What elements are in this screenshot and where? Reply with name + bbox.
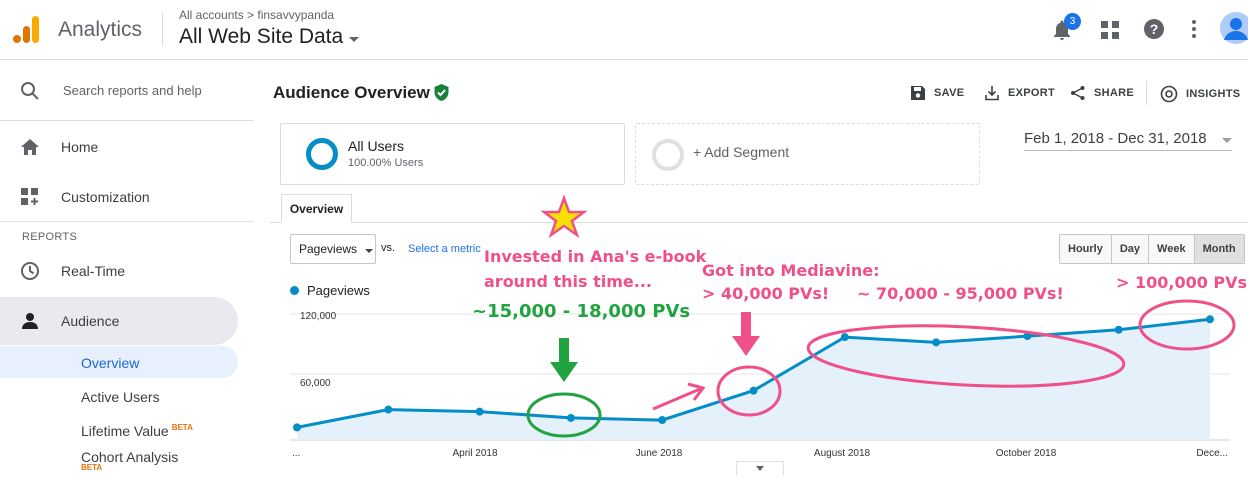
sidebar-search[interactable]: Search reports and help xyxy=(0,61,254,121)
annotation-mediavine-line2: > 40,000 PVs! xyxy=(702,284,830,303)
view-name: All Web Site Data xyxy=(179,25,344,48)
reports-section-label: REPORTS xyxy=(22,231,78,243)
save-icon xyxy=(911,86,925,100)
annotation-mediavine-line1: Got into Mediavine: xyxy=(702,261,880,280)
annotation-ebook-range: ~15,000 - 18,000 PVs xyxy=(472,301,691,322)
sidebar-subitem-label: Lifetime Value xyxy=(81,423,169,439)
svg-text:?: ? xyxy=(1150,21,1159,37)
search-placeholder: Search reports and help xyxy=(63,83,202,98)
save-label: SAVE xyxy=(934,87,965,99)
legend-swatch xyxy=(290,286,299,295)
legend-label: Pageviews xyxy=(307,283,370,298)
app-name: Analytics xyxy=(58,18,143,41)
chevron-down-icon xyxy=(349,36,360,42)
sidebar-item-home[interactable]: Home xyxy=(0,127,254,167)
sidebar-item-label: Home xyxy=(61,139,99,155)
annotation-ebook-line2: around this time... xyxy=(484,272,652,291)
notification-badge: 3 xyxy=(1064,13,1081,30)
annotation-ebook-line1: Invested in Ana's e-book xyxy=(484,247,707,266)
export-label: EXPORT xyxy=(1008,87,1056,99)
search-icon xyxy=(21,82,39,100)
customization-icon xyxy=(21,188,38,205)
tab-overview[interactable]: Overview xyxy=(281,194,352,223)
tab-divider xyxy=(270,222,1248,223)
add-segment-label: + Add Segment xyxy=(693,144,790,160)
sidebar-subitem-active-users[interactable]: Active Users xyxy=(81,389,160,405)
sidebar-subitem-overview[interactable]: Overview xyxy=(81,355,139,371)
analytics-logo-icon[interactable] xyxy=(12,14,40,44)
annotation-over-100k: > 100,000 PVs! xyxy=(1116,273,1248,292)
insights-label: INSIGHTS xyxy=(1186,88,1241,100)
sidebar-item-realtime[interactable]: Real-Time xyxy=(0,251,254,291)
more-vert-icon[interactable] xyxy=(1182,17,1206,41)
export-icon xyxy=(985,86,999,101)
granularity-month-button[interactable]: Month xyxy=(1194,235,1244,263)
save-button[interactable]: SAVE xyxy=(910,85,964,101)
sidebar: Search reports and help Home Customizati… xyxy=(0,61,254,477)
sidebar-item-label: Audience xyxy=(61,313,120,329)
verified-shield-icon xyxy=(434,84,449,101)
home-icon xyxy=(21,139,39,155)
select-metric-link[interactable]: Select a metric xyxy=(408,243,481,255)
segment-card-all-users[interactable]: All Users 100.00% Users xyxy=(280,123,625,185)
insights-button[interactable]: INSIGHTS xyxy=(1160,85,1240,103)
segment-placeholder-icon xyxy=(652,139,684,171)
header-divider xyxy=(162,12,163,46)
sidebar-subitem-lifetime-value[interactable]: Lifetime Value BETA xyxy=(81,423,193,439)
share-button[interactable]: SHARE xyxy=(1070,85,1134,101)
segment-name: All Users xyxy=(348,138,405,154)
sidebar-item-label: Customization xyxy=(61,189,150,205)
sidebar-item-customization[interactable]: Customization xyxy=(0,177,254,217)
granularity-hourly-button[interactable]: Hourly xyxy=(1060,235,1112,263)
account-breadcrumb[interactable]: All accounts > finsavvypanda xyxy=(179,8,334,22)
avatar[interactable] xyxy=(1220,12,1248,44)
clock-icon xyxy=(21,262,39,280)
chevron-down-icon xyxy=(756,466,764,471)
add-segment-button[interactable]: + Add Segment xyxy=(635,123,980,185)
sidebar-subitem-cohort-analysis[interactable]: Cohort Analysis BETA xyxy=(81,449,178,472)
granularity-week-button[interactable]: Week xyxy=(1149,235,1195,263)
actions-divider xyxy=(1146,81,1147,105)
chart-legend: Pageviews xyxy=(290,283,370,298)
export-button[interactable]: EXPORT xyxy=(984,85,1055,101)
sidebar-divider xyxy=(0,221,254,222)
granularity-day-button[interactable]: Day xyxy=(1111,235,1150,263)
sidebar-item-audience[interactable]: Audience xyxy=(0,301,254,341)
metric-dropdown-value: Pageviews xyxy=(299,242,358,256)
granularity-toggle: Hourly Day Week Month xyxy=(1059,234,1245,264)
metric-dropdown[interactable]: Pageviews xyxy=(290,234,376,264)
collapse-toggle[interactable] xyxy=(736,461,784,475)
apps-grid-icon[interactable] xyxy=(1098,18,1122,42)
page-title: Audience Overview xyxy=(273,83,430,102)
person-icon xyxy=(22,313,38,329)
segment-ring-icon xyxy=(306,138,338,170)
share-icon xyxy=(1071,86,1085,100)
date-range-picker[interactable]: Feb 1, 2018 - Dec 31, 2018 xyxy=(1024,127,1232,151)
segment-subtitle: 100.00% Users xyxy=(348,157,424,169)
view-selector[interactable]: All Web Site Data xyxy=(179,25,360,49)
date-range-label: Feb 1, 2018 - Dec 31, 2018 xyxy=(1024,130,1207,147)
help-icon[interactable]: ? xyxy=(1142,17,1166,41)
annotation-range-70k: ~ 70,000 - 95,000 PVs! xyxy=(857,284,1064,303)
insights-icon xyxy=(1160,85,1178,103)
sidebar-item-label: Real-Time xyxy=(61,263,126,279)
share-label: SHARE xyxy=(1094,87,1135,99)
top-bar: Analytics All accounts > finsavvypanda A… xyxy=(0,0,1248,60)
chevron-down-icon xyxy=(365,249,374,253)
chevron-down-icon xyxy=(1222,138,1232,143)
beta-badge: BETA xyxy=(171,423,193,433)
vs-label: vs. xyxy=(381,242,396,254)
